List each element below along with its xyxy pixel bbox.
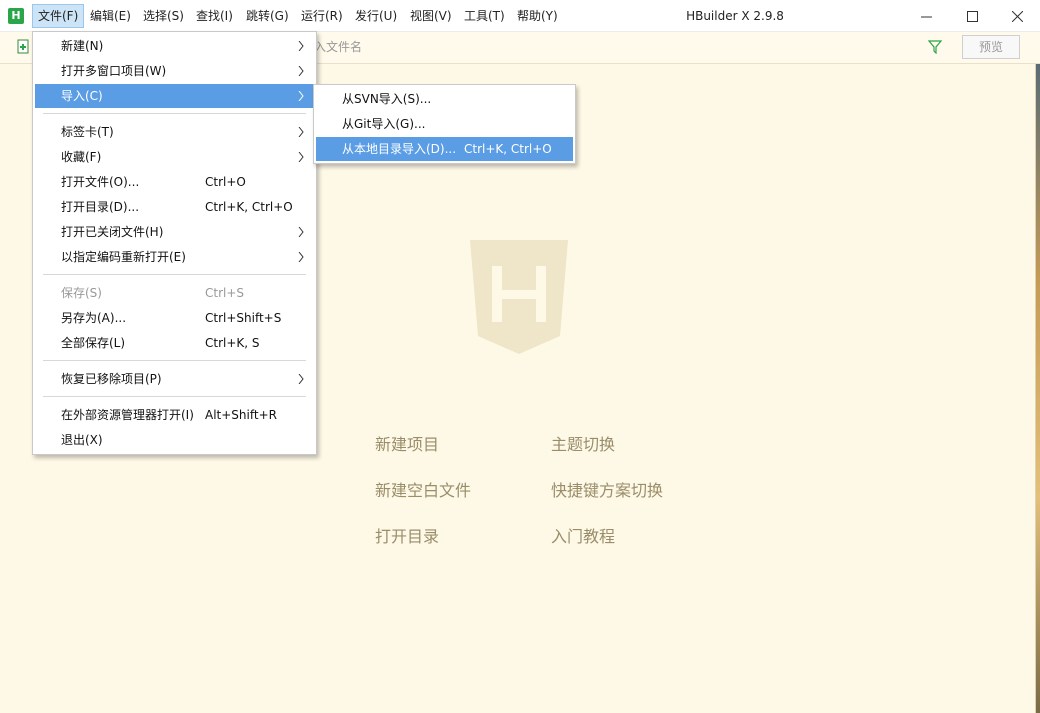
maximize-icon [966,10,978,22]
theme-switch-link[interactable]: 主题切换 [551,431,615,455]
menu-item-import-svn[interactable]: 从SVN导入(S)... [316,87,573,111]
chevron-right-icon [298,127,304,137]
menu-item-label: 标签卡(T) [61,125,114,139]
menu-publish[interactable]: 发行(U) [350,4,402,28]
menu-item-open-closed-file[interactable]: 打开已关闭文件(H) [35,220,314,244]
menu-item-favorites[interactable]: 收藏(F) [35,145,314,169]
menu-item-label: 新建(N) [61,39,104,53]
menu-item-shortcut: Alt+Shift+R [205,408,277,422]
menu-help[interactable]: 帮助(Y) [512,4,563,28]
menu-run[interactable]: 运行(R) [296,4,348,28]
menu-item-label: 全部保存(L) [61,336,126,350]
menu-goto[interactable]: 跳转(G) [241,4,294,28]
menu-view[interactable]: 视图(V) [405,4,457,28]
menu-item-import[interactable]: 导入(C) [35,84,314,108]
menu-separator [43,113,306,114]
menu-item-label: 退出(X) [61,433,103,447]
menu-item-import-local-directory[interactable]: 从本地目录导入(D)... Ctrl+K, Ctrl+O [316,137,573,161]
chevron-right-icon [298,252,304,262]
app-logo-icon: H [8,8,24,24]
chevron-right-icon [298,227,304,237]
menu-item-import-git[interactable]: 从Git导入(G)... [316,112,573,136]
menu-item-label: 打开文件(O)... [61,175,140,189]
chevron-right-icon [298,91,304,101]
menu-item-restore-removed-project[interactable]: 恢复已移除项目(P) [35,367,314,391]
menu-item-label: 在外部资源管理器打开(I) [61,408,194,422]
title-bar: H 文件(F) 编辑(E) 选择(S) 查找(I) 跳转(G) 运行(R) 发行… [0,0,1040,32]
menu-item-save-as[interactable]: 另存为(A)... Ctrl+Shift+S [35,306,314,330]
menu-item-shortcut: Ctrl+S [205,286,245,300]
new-file-icon [17,39,29,54]
chevron-right-icon [298,41,304,51]
menu-item-tabs[interactable]: 标签卡(T) [35,120,314,144]
chevron-right-icon [298,374,304,384]
menu-edit[interactable]: 编辑(E) [85,4,136,28]
menu-item-shortcut: Ctrl+K, Ctrl+O [464,142,552,156]
maximize-button[interactable] [949,0,995,32]
menu-tools[interactable]: 工具(T) [459,4,510,28]
import-submenu: 从SVN导入(S)... 从Git导入(G)... 从本地目录导入(D)... … [313,84,576,164]
menu-item-label: 保存(S) [61,286,102,300]
menu-item-new[interactable]: 新建(N) [35,34,314,58]
menu-item-save-all[interactable]: 全部保存(L) Ctrl+K, S [35,331,314,355]
menu-select[interactable]: 选择(S) [138,4,189,28]
minimize-button[interactable] [903,0,949,32]
menu-item-label: 以指定编码重新打开(E) [61,250,186,264]
filter-icon [927,40,943,55]
new-project-link[interactable]: 新建项目 [375,431,439,455]
menu-item-label: 从本地目录导入(D)... [342,142,457,156]
menu-item-shortcut: Ctrl+O [205,175,246,189]
menu-file[interactable]: 文件(F) [32,4,85,28]
menu-item-open-in-explorer[interactable]: 在外部资源管理器打开(I) Alt+Shift+R [35,403,314,427]
menu-item-exit[interactable]: 退出(X) [35,428,314,452]
chevron-right-icon [298,66,304,76]
menu-item-open-directory[interactable]: 打开目录(D)... Ctrl+K, Ctrl+O [35,195,314,219]
keymap-switch-link[interactable]: 快捷键方案切换 [551,477,663,501]
menu-item-open-file[interactable]: 打开文件(O)... Ctrl+O [35,170,314,194]
menu-item-label: 打开已关闭文件(H) [61,225,164,239]
menu-item-shortcut: Ctrl+Shift+S [205,311,282,325]
menu-item-open-multi-window[interactable]: 打开多窗口项目(W) [35,59,314,83]
menu-item-label: 打开目录(D)... [61,200,140,214]
new-blank-file-link[interactable]: 新建空白文件 [375,477,471,501]
menu-item-label: 收藏(F) [61,150,102,164]
close-icon [1011,10,1023,22]
menu-item-reopen-with-encoding[interactable]: 以指定编码重新打开(E) [35,245,314,269]
menu-item-label: 打开多窗口项目(W) [61,64,167,78]
window-title: HBuilder X 2.9.8 [686,9,784,23]
menu-separator [43,274,306,275]
filter-button[interactable] [927,40,943,57]
tutorial-link[interactable]: 入门教程 [551,523,615,547]
close-button[interactable] [994,0,1040,32]
menu-separator [43,360,306,361]
menu-item-shortcut: Ctrl+K, S [205,336,260,350]
file-search-input[interactable]: 入文件名 [300,36,950,58]
menu-item-label: 导入(C) [61,89,103,103]
menu-find[interactable]: 查找(I) [191,4,238,28]
menu-item-label: 另存为(A)... [61,311,127,325]
menu-item-save[interactable]: 保存(S) Ctrl+S [35,281,314,305]
new-file-button[interactable] [16,39,32,58]
menu-item-shortcut: Ctrl+K, Ctrl+O [205,200,293,214]
file-menu: 新建(N) 打开多窗口项目(W) 导入(C) 标签卡(T) 收藏(F) 打开文件… [32,31,317,455]
open-directory-link[interactable]: 打开目录 [375,523,439,547]
menu-item-label: 从Git导入(G)... [342,117,426,131]
chevron-right-icon [298,152,304,162]
menu-item-label: 从SVN导入(S)... [342,92,432,106]
desktop-edge [1036,64,1040,713]
hbuilder-logo-icon [470,240,568,354]
menu-separator [43,396,306,397]
minimize-icon [920,16,932,17]
menu-item-label: 恢复已移除项目(P) [61,372,162,386]
preview-button[interactable]: 预览 [962,35,1020,59]
